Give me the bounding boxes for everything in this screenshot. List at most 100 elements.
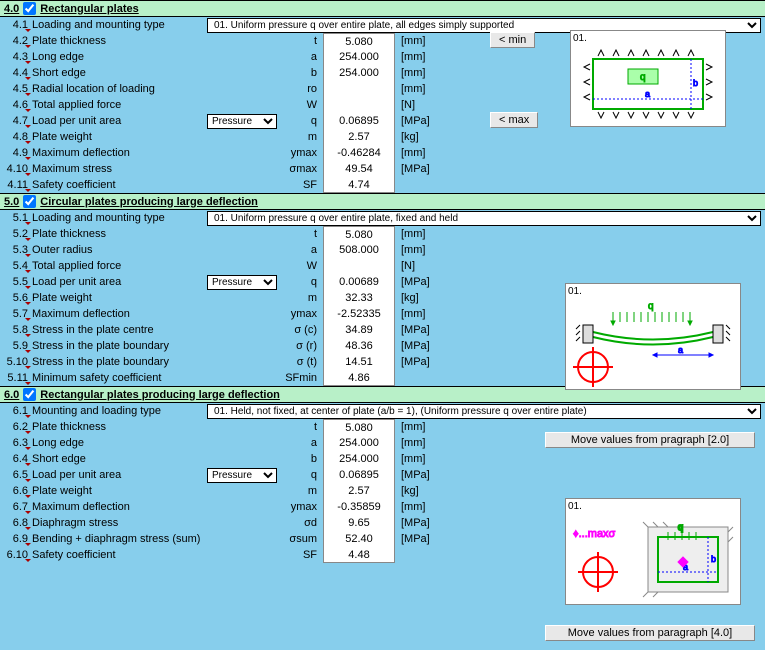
diagram-label: 01. — [573, 33, 587, 44]
row-label: Maximum deflection — [32, 308, 207, 320]
min-button[interactable]: < min — [490, 32, 535, 48]
loading-type-select[interactable]: 01. Uniform pressure q over entire plate… — [207, 211, 761, 226]
svg-text:q: q — [648, 301, 654, 312]
row-value[interactable]: 5.080 — [323, 33, 395, 49]
row-value[interactable]: 34.89 — [323, 322, 395, 338]
row-value[interactable]: 2.57 — [323, 129, 395, 145]
unit-type-select[interactable]: Pressure — [207, 275, 277, 290]
row-label: Maximum stress — [32, 163, 207, 175]
row-symbol: ymax — [281, 501, 323, 513]
row-value[interactable]: 48.36 — [323, 338, 395, 354]
row-unit: [mm] — [395, 244, 437, 256]
row-value[interactable]: 0.06895 — [323, 467, 395, 483]
row-value[interactable]: 4.74 — [323, 177, 395, 193]
row-unit: [N] — [395, 260, 437, 272]
row-label: Load per unit area — [32, 276, 207, 288]
section-checkbox[interactable] — [23, 2, 36, 15]
section-title: Rectangular plates — [40, 3, 138, 15]
loading-type-select[interactable]: 01. Held, not fixed, at center of plate … — [207, 404, 761, 419]
row-value[interactable]: 32.33 — [323, 290, 395, 306]
row-unit: [mm] — [395, 308, 437, 320]
section-header-5: 5.0Circular plates producing large defle… — [0, 193, 765, 210]
row-symbol: t — [281, 421, 323, 433]
row-value[interactable] — [323, 81, 395, 97]
row-label: Minimum safety coefficient — [32, 372, 207, 384]
row-unit: [MPa] — [395, 115, 437, 127]
row-value[interactable]: 254.000 — [323, 435, 395, 451]
svg-text:b: b — [693, 78, 698, 88]
row-value[interactable]: 14.51 — [323, 354, 395, 370]
row-unit: [MPa] — [395, 276, 437, 288]
row-symbol: a — [281, 51, 323, 63]
row-unit: [MPa] — [395, 340, 437, 352]
row-num: 4.10 — [4, 163, 32, 175]
row-num: 5.1 — [4, 212, 32, 224]
row-value[interactable]: 49.54 — [323, 161, 395, 177]
row-symbol: m — [281, 131, 323, 143]
row-symbol: σmax — [281, 163, 323, 175]
row-label: Plate thickness — [32, 421, 207, 433]
svg-text:♦...maxσ: ♦...maxσ — [573, 528, 616, 540]
row-num: 6.9 — [4, 533, 32, 545]
row-value[interactable]: 2.57 — [323, 483, 395, 499]
row-value[interactable]: -0.35859 — [323, 499, 395, 515]
row-value[interactable]: 0.00689 — [323, 274, 395, 290]
row-label: Short edge — [32, 453, 207, 465]
row-value[interactable]: 4.86 — [323, 370, 395, 386]
row-num: 4.6 — [4, 99, 32, 111]
row-value[interactable]: 4.48 — [323, 547, 395, 563]
row-value[interactable]: 254.000 — [323, 49, 395, 65]
row-value[interactable]: -2.52335 — [323, 306, 395, 322]
row-num: 5.9 — [4, 340, 32, 352]
row-num: 6.5 — [4, 469, 32, 481]
param-row: 5.4Total applied forceW[N] — [0, 258, 765, 274]
move-values-s6[interactable]: Move values from paragraph [4.0] — [545, 625, 755, 641]
row-num: 5.11 — [4, 372, 32, 384]
row-label: Total applied force — [32, 260, 207, 272]
row-label: Plate weight — [32, 292, 207, 304]
section-checkbox[interactable] — [23, 388, 36, 401]
row-num: 5.7 — [4, 308, 32, 320]
row-num: 6.4 — [4, 453, 32, 465]
unit-type-select[interactable]: Pressure — [207, 114, 277, 129]
row-value[interactable]: 0.06895 — [323, 113, 395, 129]
max-button[interactable]: < max — [490, 112, 538, 128]
section-num: 6.0 — [4, 389, 19, 401]
diagram-rect-large: 01.qab♦...maxσ — [565, 498, 741, 605]
row-label: Load per unit area — [32, 469, 207, 481]
unit-type-select[interactable]: Pressure — [207, 468, 277, 483]
row-num: 5.8 — [4, 324, 32, 336]
row-value[interactable]: 9.65 — [323, 515, 395, 531]
row-symbol: q — [281, 469, 323, 481]
row-value[interactable]: 52.40 — [323, 531, 395, 547]
section-title: Rectangular plates producing large defle… — [40, 389, 280, 401]
row-value[interactable]: 508.000 — [323, 242, 395, 258]
row-symbol: σd — [281, 517, 323, 529]
row-unit: [mm] — [395, 228, 437, 240]
row-num: 6.8 — [4, 517, 32, 529]
move-values-s5[interactable]: Move values from pragraph [2.0] — [545, 432, 755, 448]
diagram-label: 01. — [568, 501, 582, 512]
param-row: 4.10Maximum stressσmax49.54[MPa] — [0, 161, 765, 177]
param-row: 6.6Plate weightm2.57[kg] — [0, 483, 765, 499]
row-value[interactable] — [323, 97, 395, 113]
diagram-label: 01. — [568, 286, 582, 297]
row-value[interactable] — [323, 258, 395, 274]
row-num: 6.10 — [4, 549, 32, 561]
svg-text:a: a — [678, 345, 683, 355]
row-value[interactable]: -0.46284 — [323, 145, 395, 161]
row-num: 4.7 — [4, 115, 32, 127]
row-value[interactable]: 254.000 — [323, 451, 395, 467]
row-value[interactable]: 5.080 — [323, 419, 395, 435]
row-num: 5.3 — [4, 244, 32, 256]
row-num: 6.1 — [4, 405, 32, 417]
svg-text:q: q — [678, 522, 683, 532]
param-row: 5.3Outer radiusa508.000[mm] — [0, 242, 765, 258]
row-value[interactable]: 5.080 — [323, 226, 395, 242]
row-label: Total applied force — [32, 99, 207, 111]
row-value[interactable]: 254.000 — [323, 65, 395, 81]
row-symbol: t — [281, 35, 323, 47]
row-num: 4.2 — [4, 35, 32, 47]
row-symbol: σ (t) — [281, 356, 323, 368]
section-checkbox[interactable] — [23, 195, 36, 208]
